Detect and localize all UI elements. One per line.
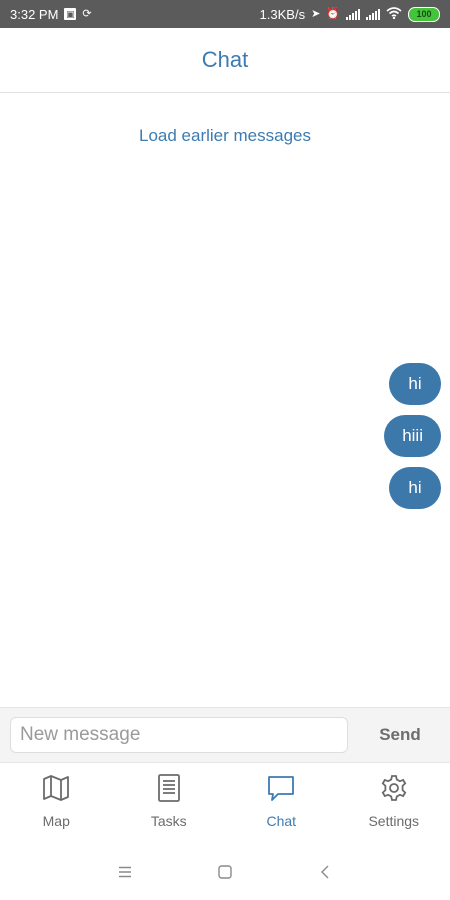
- system-navigation-bar: [0, 843, 450, 900]
- status-bar: 3:32 PM ▣ ⟳ 1.3KB/s ➤ ⏰ 100: [0, 0, 450, 28]
- load-earlier-messages-link[interactable]: Load earlier messages: [0, 126, 450, 146]
- home-icon[interactable]: [210, 857, 240, 887]
- tab-label: Settings: [368, 813, 420, 829]
- send-button[interactable]: Send: [360, 717, 440, 753]
- battery-icon: 100: [408, 6, 440, 22]
- tab-label: Map: [42, 813, 70, 829]
- tab-tasks[interactable]: Tasks: [113, 763, 226, 843]
- message-list: hi hiii hi: [241, 363, 441, 509]
- map-icon: [43, 775, 70, 801]
- status-right: 1.3KB/s ➤ ⏰ 100: [259, 6, 440, 22]
- tab-map[interactable]: Map: [0, 763, 113, 843]
- message-bubble: hi: [389, 363, 441, 405]
- message-bubble: hiii: [384, 415, 441, 457]
- tab-label: Chat: [266, 813, 297, 829]
- bottom-tab-bar: Map Tasks Chat Settings: [0, 763, 450, 843]
- message-composer: Send: [0, 707, 450, 763]
- back-icon[interactable]: [310, 857, 340, 887]
- alarm-icon: ⏰: [326, 7, 340, 20]
- message-bubble: hi: [389, 467, 441, 509]
- new-message-input[interactable]: [10, 717, 348, 753]
- chat-bubble-icon: [268, 776, 295, 801]
- sync-icon: ⟳: [82, 7, 92, 20]
- notification-icon: ▣: [64, 8, 77, 20]
- document-icon: [157, 774, 180, 802]
- status-time: 3:32 PM: [10, 6, 59, 22]
- menu-icon[interactable]: [110, 857, 140, 887]
- signal-icon: [366, 8, 380, 20]
- gear-icon: [381, 775, 407, 801]
- wifi-icon: [386, 6, 402, 22]
- app-header: Chat: [0, 28, 450, 93]
- network-speed: 1.3KB/s: [259, 6, 306, 22]
- page-title: Chat: [201, 47, 249, 72]
- status-left: 3:32 PM ▣ ⟳: [10, 7, 92, 22]
- location-arrow-icon: ➤: [311, 7, 321, 20]
- signal-icon: [346, 8, 360, 20]
- tab-chat[interactable]: Chat: [225, 763, 338, 843]
- tab-settings[interactable]: Settings: [338, 763, 450, 843]
- tab-label: Tasks: [150, 813, 187, 829]
